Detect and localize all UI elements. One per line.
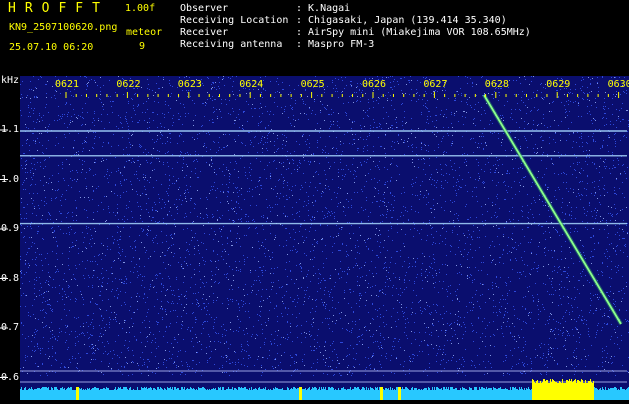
level-spike: [380, 387, 383, 400]
time-tick-label: 0630: [607, 79, 629, 90]
info-row-receiver: Receiver: AirSpy mini (Miakejima VOR 108…: [180, 27, 531, 38]
level-peak-block: [532, 384, 594, 400]
y-tick-label: 1.0: [1, 173, 20, 185]
time-tick-label: 0621: [55, 79, 80, 90]
frequency-axis: [0, 129, 8, 378]
y-tick-label: 0.8: [1, 272, 20, 284]
y-tick-label: 1.1: [1, 124, 20, 135]
y-tick-label: 0.9: [1, 223, 20, 234]
time-tick-label: 0629: [546, 79, 571, 90]
axis-unit: kHz: [1, 75, 20, 86]
time-tick-label: 0625: [300, 79, 325, 90]
level-spike: [398, 387, 401, 400]
version-label: 1.00f: [125, 3, 156, 14]
meteor-count: 9: [139, 41, 146, 52]
level-spike: [76, 387, 79, 400]
spectrogram-background: [20, 76, 629, 400]
time-tick-label: 0628: [484, 79, 509, 90]
time-tick-label: 0626: [362, 79, 387, 90]
meteor-label: meteor: [126, 27, 163, 38]
time-tick-label: 0622: [116, 79, 141, 90]
time-tick-label: 0623: [177, 79, 202, 90]
level-spike: [299, 387, 302, 400]
time-tick-label: 0624: [239, 79, 264, 90]
app-title: HROFFT: [8, 1, 109, 16]
info-row-antenna: Receiving antenna: Maspro FM-3: [180, 39, 375, 50]
spectrogram-panel: kHz 1.1 1.0 0.9 0.8 0.7 0.6 0621 0622 0623 0624 0…: [0, 75, 629, 400]
time-tick-label: 0627: [423, 79, 448, 90]
info-row-observer: Observer: K.Nagai: [180, 3, 351, 14]
spectrogram: [0, 76, 629, 400]
filename-label: KN9_2507100620.png: [9, 22, 118, 33]
info-row-location: Receiving Location: Chigasaki, Japan (13…: [180, 15, 507, 26]
y-tick-label: 0.6: [1, 371, 20, 383]
y-tick-label: 0.7: [1, 322, 20, 333]
datetime-label: 25.07.10 06:20: [9, 42, 94, 53]
